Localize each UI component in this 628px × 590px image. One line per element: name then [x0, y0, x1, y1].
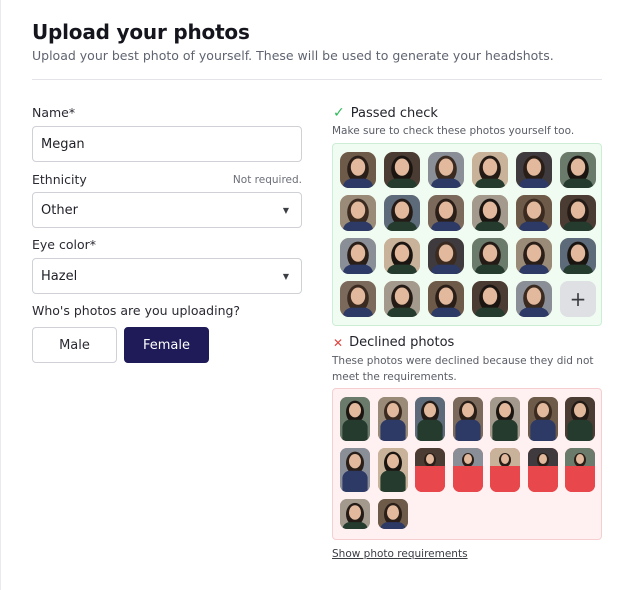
passed-check-title: Passed check [350, 105, 438, 121]
passed-photo-thumbnail[interactable] [428, 238, 464, 274]
declined-photo-thumbnail[interactable] [415, 448, 445, 492]
eye-color-label: Eye color* [32, 237, 96, 252]
declined-photo-thumbnail[interactable] [452, 397, 483, 441]
declined-photo-thumbnail[interactable] [565, 448, 595, 492]
passed-photo-thumbnail[interactable] [384, 238, 420, 274]
declined-photo-thumbnail[interactable] [340, 448, 370, 492]
passed-photos-panel: + [332, 143, 602, 326]
declined-note-line-1: These photos were declined because they … [332, 355, 594, 367]
ethnicity-hint: Not required. [232, 174, 302, 186]
passed-photo-thumbnail[interactable] [340, 195, 376, 231]
page-title: Upload your photos [32, 20, 250, 44]
declined-photo-thumbnail[interactable] [490, 397, 520, 441]
passed-photo-thumbnail[interactable] [428, 281, 464, 317]
declined-title: Declined photos [349, 335, 455, 350]
passed-check-note: Make sure to check these photos yourself… [332, 125, 575, 137]
passed-photo-thumbnail[interactable] [516, 238, 552, 274]
name-input-value: Megan [41, 136, 85, 152]
declined-photos-panel [332, 388, 602, 540]
passed-photo-thumbnail[interactable] [384, 281, 420, 317]
passed-photo-thumbnail[interactable] [472, 152, 508, 188]
declined-photo-thumbnail[interactable] [377, 397, 408, 441]
passed-photo-thumbnail[interactable] [472, 281, 508, 317]
passed-photo-thumbnail[interactable] [384, 152, 420, 188]
declined-photo-thumbnail[interactable] [527, 448, 558, 492]
eye-color-select-value: Hazel [41, 268, 78, 284]
declined-heading: ✕ Declined photos [333, 335, 454, 350]
add-photo-button[interactable]: + [560, 281, 596, 317]
male-button[interactable]: Male [32, 327, 117, 363]
passed-photo-thumbnail[interactable] [472, 195, 508, 231]
chevron-down-icon: ▼ [282, 271, 289, 281]
ethnicity-label: Ethnicity [32, 172, 87, 187]
name-label: Name* [32, 105, 76, 120]
page-subtitle: Upload your best photo of yourself. Thes… [32, 48, 554, 63]
ethnicity-select-value: Other [41, 202, 78, 218]
gender-question: Who's photos are you uploading? [32, 303, 241, 318]
declined-photo-thumbnail[interactable] [565, 397, 595, 441]
cross-icon: ✕ [333, 335, 344, 350]
passed-photo-thumbnail[interactable] [384, 195, 420, 231]
passed-photo-thumbnail[interactable] [516, 195, 552, 231]
divider [32, 79, 602, 80]
passed-photo-thumbnail[interactable] [340, 152, 376, 188]
passed-photo-thumbnail[interactable] [560, 195, 596, 231]
eye-color-select[interactable]: Hazel ▼ [32, 258, 302, 294]
checkmark-icon: ✓ [333, 105, 345, 121]
declined-photo-thumbnail[interactable] [415, 397, 445, 441]
passed-photo-thumbnail[interactable] [428, 152, 464, 188]
declined-photo-thumbnail[interactable] [490, 448, 520, 492]
show-requirements-link[interactable]: Show photo requirements [332, 548, 468, 560]
declined-photo-thumbnail[interactable] [377, 448, 408, 492]
passed-check-heading: ✓ Passed check [333, 105, 438, 121]
name-input[interactable]: Megan [32, 126, 302, 162]
declined-photo-thumbnail[interactable] [340, 397, 370, 441]
passed-photo-thumbnail[interactable] [340, 281, 376, 317]
left-border [0, 0, 1, 590]
declined-photo-thumbnail[interactable] [340, 499, 370, 529]
ethnicity-select[interactable]: Other ▼ [32, 192, 302, 228]
chevron-down-icon: ▼ [282, 205, 289, 215]
declined-photo-thumbnail[interactable] [452, 448, 483, 492]
declined-photo-thumbnail[interactable] [377, 499, 408, 529]
female-button[interactable]: Female [124, 327, 209, 363]
passed-photo-thumbnail[interactable] [340, 238, 376, 274]
passed-photo-thumbnail[interactable] [428, 195, 464, 231]
passed-photo-thumbnail[interactable] [472, 238, 508, 274]
passed-photo-thumbnail[interactable] [516, 281, 552, 317]
passed-photo-thumbnail[interactable] [560, 152, 596, 188]
declined-photo-thumbnail[interactable] [527, 397, 558, 441]
declined-note-line-2: meet the requirements. [332, 371, 457, 383]
passed-photo-thumbnail[interactable] [560, 238, 596, 274]
passed-photo-thumbnail[interactable] [516, 152, 552, 188]
